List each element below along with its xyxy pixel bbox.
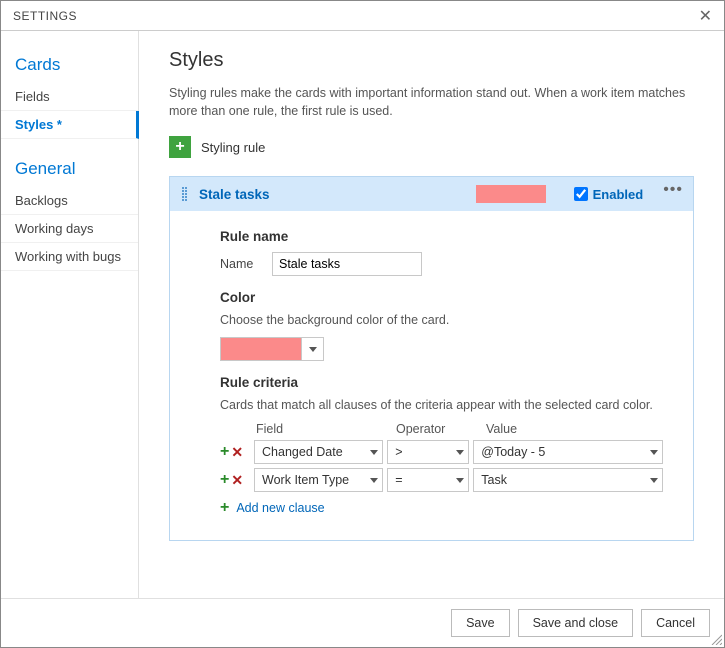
color-section-desc: Choose the background color of the card.: [220, 313, 663, 327]
rule-header-swatch: [476, 185, 546, 203]
value-select[interactable]: Task: [473, 468, 663, 492]
add-rule-label: Styling rule: [201, 140, 265, 155]
add-clause-icon[interactable]: +: [220, 444, 229, 460]
page-description: Styling rules make the cards with import…: [169, 84, 694, 120]
titlebar: SETTINGS ✕: [1, 1, 724, 31]
caret-down-icon: [650, 478, 658, 483]
more-icon[interactable]: •••: [663, 181, 683, 199]
rule-header[interactable]: Stale tasks Enabled •••: [170, 177, 693, 211]
rule-card: Stale tasks Enabled ••• Rule name Name: [169, 176, 694, 541]
close-icon[interactable]: ✕: [695, 6, 716, 26]
caret-down-icon: [456, 478, 464, 483]
sidebar-item-working-days[interactable]: Working days: [1, 215, 138, 243]
plus-icon[interactable]: +: [169, 136, 191, 158]
remove-clause-icon[interactable]: ✕: [231, 473, 243, 487]
caret-down-icon: [650, 450, 658, 455]
criteria-section-desc: Cards that match all clauses of the crit…: [220, 398, 663, 412]
enabled-label: Enabled: [593, 187, 644, 202]
save-and-close-button[interactable]: Save and close: [518, 609, 633, 637]
sidebar-section-cards: Cards: [1, 49, 138, 83]
resize-handle-icon[interactable]: [710, 633, 722, 645]
rule-name-input[interactable]: [272, 252, 422, 276]
criteria-row: + ✕ Work Item Type = Task: [220, 468, 663, 492]
caret-down-icon: [309, 347, 317, 352]
caret-down-icon: [370, 478, 378, 483]
main-panel: Styles Styling rules make the cards with…: [139, 31, 724, 598]
dialog-body: Cards Fields Styles * General Backlogs W…: [1, 31, 724, 598]
col-field: Field: [256, 422, 396, 436]
add-new-clause[interactable]: + Add new clause: [220, 500, 663, 516]
criteria-section-title: Rule criteria: [220, 375, 663, 390]
name-field-label: Name: [220, 257, 260, 271]
field-select[interactable]: Changed Date: [254, 440, 383, 464]
sidebar-item-fields[interactable]: Fields: [1, 83, 138, 111]
add-styling-rule[interactable]: + Styling rule: [169, 136, 694, 158]
save-button[interactable]: Save: [451, 609, 510, 637]
plus-icon: +: [220, 500, 229, 516]
value-select[interactable]: @Today - 5: [473, 440, 663, 464]
rule-body: Rule name Name Color Choose the backgrou…: [170, 211, 693, 540]
caret-down-icon: [456, 450, 464, 455]
settings-dialog: SETTINGS ✕ Cards Fields Styles * General…: [0, 0, 725, 648]
enabled-checkbox[interactable]: [574, 187, 588, 201]
color-swatch: [221, 338, 301, 360]
caret-down-icon: [370, 450, 378, 455]
criteria-columns-header: Field Operator Value: [220, 422, 663, 436]
remove-clause-icon[interactable]: ✕: [231, 445, 243, 459]
criteria-row: + ✕ Changed Date > @Today - 5: [220, 440, 663, 464]
col-value: Value: [486, 422, 663, 436]
color-picker[interactable]: [220, 337, 324, 361]
enabled-toggle[interactable]: Enabled: [574, 187, 644, 202]
page-title: Styles: [169, 49, 694, 72]
rule-header-name: Stale tasks: [199, 187, 270, 202]
field-select[interactable]: Work Item Type: [254, 468, 383, 492]
add-clause-icon[interactable]: +: [220, 472, 229, 488]
sidebar-item-backlogs[interactable]: Backlogs: [1, 187, 138, 215]
color-dropdown-button[interactable]: [301, 338, 323, 360]
add-clause-label: Add new clause: [236, 501, 324, 515]
rule-name-section-title: Rule name: [220, 229, 663, 244]
drag-handle-icon[interactable]: [180, 187, 189, 201]
window-title: SETTINGS: [13, 9, 77, 23]
sidebar-item-working-with-bugs[interactable]: Working with bugs: [1, 243, 138, 271]
sidebar-section-general: General: [1, 153, 138, 187]
color-section-title: Color: [220, 290, 663, 305]
sidebar-item-styles[interactable]: Styles *: [1, 111, 139, 139]
sidebar: Cards Fields Styles * General Backlogs W…: [1, 31, 139, 598]
operator-select[interactable]: >: [387, 440, 469, 464]
col-operator: Operator: [396, 422, 486, 436]
cancel-button[interactable]: Cancel: [641, 609, 710, 637]
dialog-footer: Save Save and close Cancel: [1, 598, 724, 647]
operator-select[interactable]: =: [387, 468, 469, 492]
